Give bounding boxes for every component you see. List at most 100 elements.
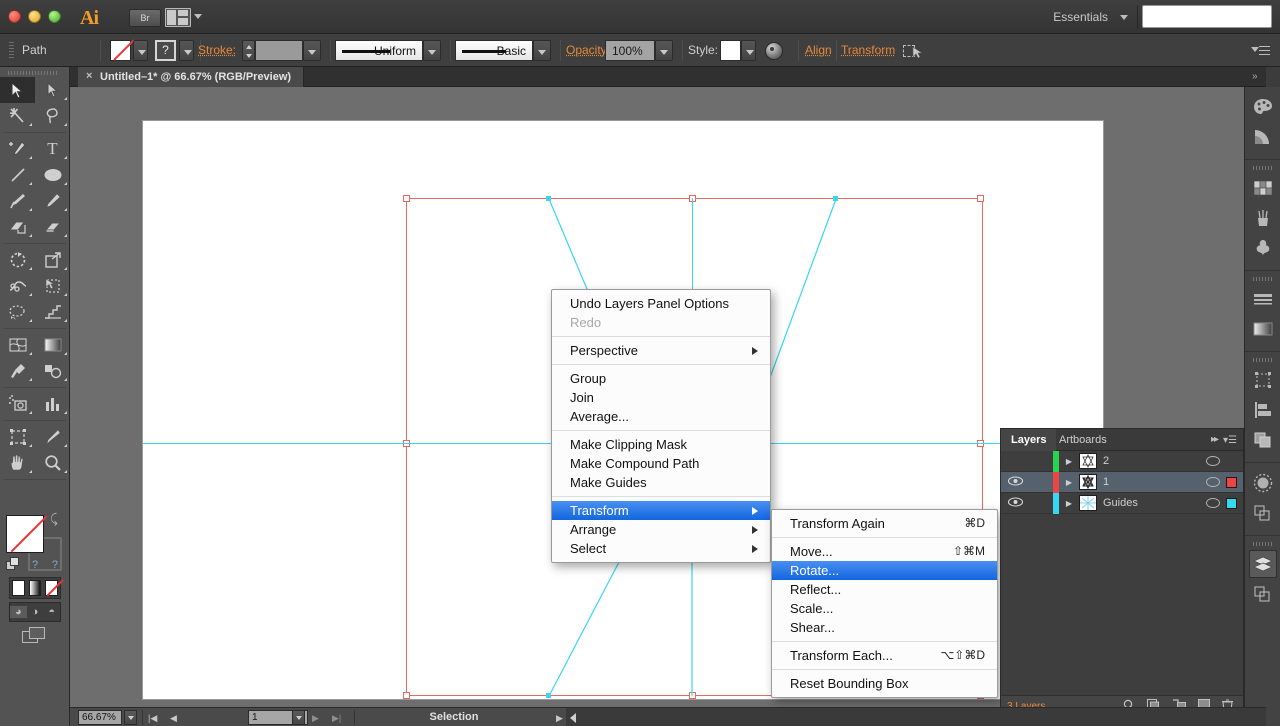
menu-item-perspective[interactable]: Perspective — [552, 341, 770, 360]
perspective-selection-tool[interactable] — [35, 299, 70, 325]
submenu-item-reset-bounding-box[interactable]: Reset Bounding Box — [772, 674, 997, 693]
scale-tool[interactable] — [35, 247, 70, 273]
submenu-item-shear[interactable]: Shear... — [772, 618, 997, 637]
bbox-handle-bl[interactable] — [403, 692, 410, 699]
zoom-tool[interactable] — [35, 450, 70, 476]
stroke-weight-input[interactable] — [255, 40, 303, 61]
page-number-caret-icon[interactable] — [292, 710, 305, 725]
tab-artboards[interactable]: Artboards — [1049, 429, 1117, 451]
layer-name[interactable]: Guides — [1103, 497, 1206, 509]
menu-item-select[interactable]: Select — [552, 539, 770, 558]
slice-tool[interactable] — [35, 424, 70, 450]
appearance-panel-icon[interactable] — [1249, 499, 1277, 527]
transform-submenu[interactable]: Transform Again ⌘D Move... ⇧⌘M Rotate... R… — [771, 509, 998, 698]
dock-group-grip[interactable] — [1253, 166, 1273, 170]
submenu-item-scale[interactable]: Scale... — [772, 599, 997, 618]
fill-swatch-button[interactable] — [110, 40, 131, 61]
target-indicator[interactable] — [1206, 477, 1220, 487]
layer-name[interactable]: 2 — [1103, 455, 1206, 467]
next-page-icon[interactable]: ▶ — [312, 713, 319, 724]
color-mode-solid-button[interactable] — [12, 580, 25, 596]
expand-triangle-icon[interactable]: ▶ — [1059, 457, 1079, 466]
menu-item-group[interactable]: Group — [552, 369, 770, 388]
canvas-horizontal-scrollbar[interactable] — [566, 708, 1266, 726]
last-page-icon[interactable]: ▶| — [332, 713, 341, 724]
brushes-panel-icon[interactable] — [1249, 204, 1277, 232]
line-segment-tool[interactable] — [0, 162, 35, 188]
bbox-handle-tr[interactable] — [977, 195, 984, 202]
menu-item-undo[interactable]: Undo Layers Panel Options — [552, 294, 770, 313]
opacity-input[interactable]: 100% — [605, 40, 655, 61]
fill-swatch-tool[interactable] — [6, 515, 44, 553]
layer-selection-swatch[interactable] — [1226, 477, 1237, 488]
layer-name[interactable]: 1 — [1103, 476, 1206, 488]
bridge-button[interactable]: Br — [129, 9, 161, 27]
default-fill-stroke-icon[interactable] — [6, 557, 20, 571]
target-indicator[interactable] — [1206, 498, 1220, 508]
submenu-item-transform-each[interactable]: Transform Each... ⌥⇧⌘D — [772, 646, 997, 665]
eyedropper-tool[interactable] — [0, 358, 35, 384]
graphic-style-caret-icon[interactable] — [741, 40, 756, 61]
column-graph-tool[interactable] — [35, 391, 70, 417]
change-screen-mode-icon[interactable] — [22, 627, 48, 645]
gradient-panel-icon[interactable] — [1249, 315, 1277, 343]
close-window-icon[interactable] — [8, 10, 21, 23]
fill-swatch-caret-icon[interactable] — [133, 40, 148, 61]
expand-triangle-icon[interactable]: ▶ — [1059, 499, 1079, 508]
visibility-toggle[interactable] — [1001, 476, 1029, 489]
free-transform-tool[interactable] — [35, 273, 70, 299]
recolor-artwork-icon[interactable] — [765, 42, 783, 60]
menu-item-make-guides[interactable]: Make Guides — [552, 473, 770, 492]
zoom-level-caret-icon[interactable] — [124, 710, 137, 725]
dock-group-grip[interactable] — [1253, 277, 1273, 281]
ellipse-tool[interactable] — [35, 162, 70, 188]
arrange-documents-caret[interactable] — [194, 14, 202, 19]
panel-menu-icon[interactable] — [1259, 46, 1270, 58]
blend-tool[interactable] — [35, 358, 70, 384]
context-menu[interactable]: Undo Layers Panel Options Redo Perspecti… — [551, 289, 771, 563]
hand-tool[interactable] — [0, 450, 35, 476]
shape-builder-tool[interactable] — [0, 214, 35, 240]
paintbrush-tool[interactable] — [0, 188, 35, 214]
pen-tool[interactable] — [0, 136, 35, 162]
panel-menu-icon[interactable]: ▾☰ — [1223, 435, 1237, 446]
color-guide-panel-icon[interactable] — [1249, 123, 1277, 151]
menu-item-make-clipping-mask[interactable]: Make Clipping Mask — [552, 435, 770, 454]
brush-definition-caret-icon[interactable] — [533, 40, 551, 61]
transparency-panel-icon[interactable] — [1249, 469, 1277, 497]
menu-item-join[interactable]: Join — [552, 388, 770, 407]
transform-button[interactable]: Transform — [841, 34, 895, 67]
dock-group-grip[interactable] — [1253, 358, 1273, 362]
dock-group-grip[interactable] — [1253, 542, 1273, 546]
brush-definition-select[interactable]: Basic — [455, 40, 533, 61]
layer-selection-swatch[interactable] — [1226, 498, 1237, 509]
draw-normal-button[interactable]: ◕ — [10, 606, 27, 618]
zoom-window-icon[interactable] — [48, 10, 61, 23]
direct-selection-tool[interactable] — [35, 77, 70, 103]
swatches-panel-icon[interactable] — [1249, 174, 1277, 202]
align-button[interactable]: Align — [805, 34, 832, 67]
eraser-tool[interactable] — [35, 214, 70, 240]
layers-list[interactable]: ▶ 2 ▶ 1 ▶ Guides — [1001, 451, 1243, 695]
submenu-item-move[interactable]: Move... ⇧⌘M — [772, 542, 997, 561]
magic-wand-tool[interactable] — [0, 103, 35, 129]
align-panel-icon[interactable] — [1249, 396, 1277, 424]
status-menu-caret[interactable]: ▶ — [556, 713, 563, 724]
graphic-style-swatch[interactable] — [720, 40, 741, 61]
expand-triangle-icon[interactable]: ▶ — [1059, 478, 1079, 487]
minimize-window-icon[interactable] — [28, 10, 41, 23]
layers-panel-icon[interactable] — [1249, 550, 1277, 578]
menu-item-transform[interactable]: Transform — [552, 501, 770, 520]
target-indicator[interactable] — [1206, 456, 1220, 466]
control-bar-grip[interactable] — [9, 42, 14, 59]
type-tool[interactable]: T — [35, 136, 70, 162]
document-tab[interactable]: × Untitled–1* @ 66.67% (RGB/Preview) — [78, 67, 304, 87]
width-tool[interactable] — [0, 273, 35, 299]
workspace-switcher[interactable]: Essentials — [1047, 8, 1114, 27]
previous-page-icon[interactable]: ◀ — [170, 713, 177, 724]
menu-item-average[interactable]: Average... — [552, 407, 770, 426]
blob-brush-tool[interactable] — [35, 188, 70, 214]
submenu-item-reflect[interactable]: Reflect... — [772, 580, 997, 599]
select-similar-objects-icon[interactable] — [903, 45, 925, 59]
selection-tool[interactable] — [0, 77, 35, 103]
